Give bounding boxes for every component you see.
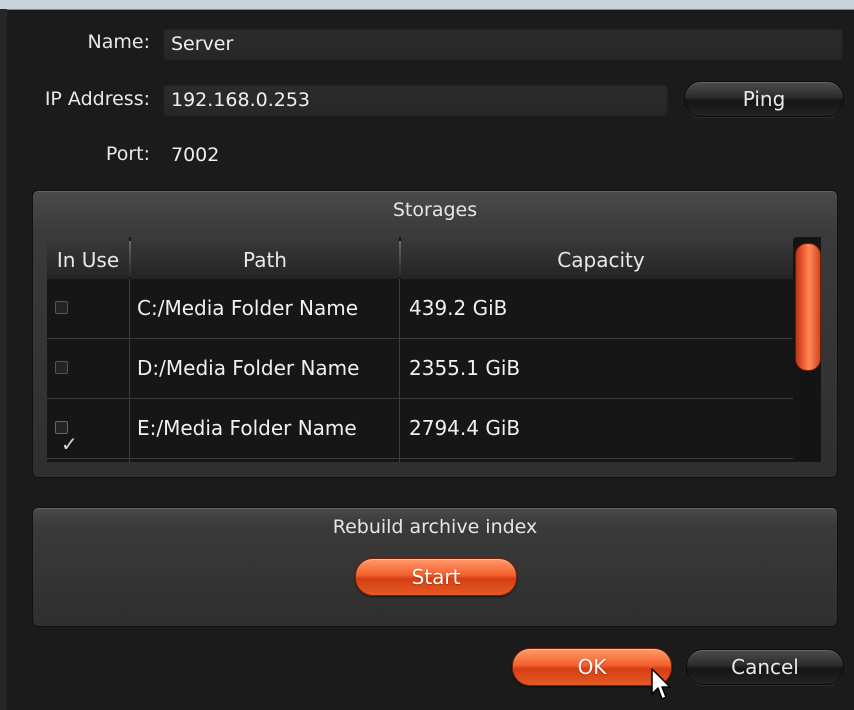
storages-table: In Use Path Capacity C:/Media Folder Nam… <box>47 237 821 462</box>
path-cell: E:/Media Folder Name <box>137 416 357 440</box>
ip-address-field[interactable]: 192.168.0.253 <box>163 84 668 116</box>
scrollbar-thumb[interactable] <box>795 243 821 371</box>
in-use-checkbox-checked[interactable]: ✓ <box>55 421 78 454</box>
capacity-cell: 2794.4 GiB <box>409 416 521 440</box>
window-left-edge <box>0 9 7 710</box>
vertical-scrollbar[interactable] <box>793 237 821 462</box>
mouse-pointer-icon <box>651 668 671 700</box>
port-field[interactable]: 7002 <box>163 139 463 171</box>
name-label: Name: <box>87 31 150 53</box>
checkmark-icon: ✓ <box>61 432 78 456</box>
ip-address-label: IP Address: <box>44 88 150 110</box>
storages-title: Storages <box>392 199 478 221</box>
table-row[interactable]: D:/Media Folder Name 2355.1 GiB <box>47 339 801 399</box>
in-use-checkbox[interactable] <box>55 301 68 314</box>
in-use-checkbox[interactable] <box>55 361 68 374</box>
path-cell: D:/Media Folder Name <box>137 356 360 380</box>
path-cell: C:/Media Folder Name <box>137 296 359 320</box>
rebuild-title: Rebuild archive index <box>332 516 538 538</box>
column-header-path[interactable]: Path <box>131 237 399 279</box>
name-field[interactable]: Server <box>163 28 843 60</box>
column-header-capacity[interactable]: Capacity <box>401 237 801 279</box>
ok-button[interactable]: OK <box>512 648 672 686</box>
column-header-in-use[interactable]: In Use <box>47 237 129 279</box>
cancel-button[interactable]: Cancel <box>686 649 844 685</box>
table-row[interactable]: ✓ E:/Media Folder Name 2794.4 GiB <box>47 399 801 459</box>
capacity-cell: 2355.1 GiB <box>409 356 521 380</box>
table-row[interactable]: C:/Media Folder Name 439.2 GiB <box>47 279 801 339</box>
capacity-cell: 439.2 GiB <box>409 296 508 320</box>
start-button[interactable]: Start <box>355 558 517 596</box>
ping-button[interactable]: Ping <box>684 81 844 117</box>
window-top-border <box>0 0 854 10</box>
port-label: Port: <box>105 143 150 165</box>
